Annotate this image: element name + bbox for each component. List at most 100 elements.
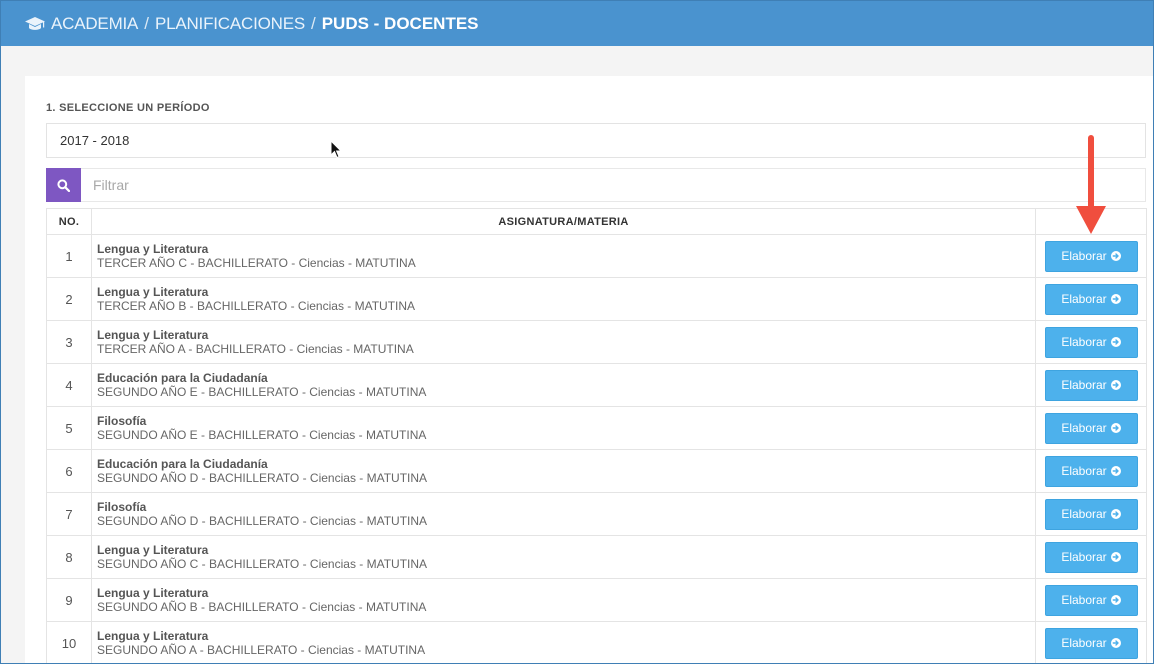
elaborar-button-label: Elaborar xyxy=(1061,593,1107,607)
course-description: SEGUNDO AÑO A - BACHILLERATO - Ciencias … xyxy=(97,643,426,657)
elaborar-button-label: Elaborar xyxy=(1061,292,1107,306)
subject-cell: Lengua y Literatura TERCER AÑO B - BACHIL… xyxy=(91,277,1036,321)
arrow-circle-right-icon xyxy=(1110,337,1121,347)
filter-bar xyxy=(46,168,1146,202)
row-number: 7 xyxy=(46,492,92,536)
elaborar-button-label: Elaborar xyxy=(1061,464,1107,478)
action-cell: Elaborar xyxy=(1035,449,1147,493)
breadcrumb-separator: / xyxy=(310,13,316,33)
arrow-circle-right-icon xyxy=(1110,509,1121,519)
course-description: SEGUNDO AÑO D - BACHILLERATO - Ciencias … xyxy=(97,514,428,528)
course-description: TERCER AÑO A - BACHILLERATO - Ciencias -… xyxy=(97,342,414,356)
arrow-circle-right-icon xyxy=(1110,638,1121,648)
subject-name: Lengua y Literatura xyxy=(97,328,209,342)
subject-cell: Educación para la Ciudadanía SEGUNDO AÑO … xyxy=(91,363,1036,407)
row-number: 10 xyxy=(46,621,92,663)
subject-name: Lengua y Literatura xyxy=(97,242,209,256)
arrow-circle-right-icon xyxy=(1110,251,1121,261)
elaborar-button-label: Elaborar xyxy=(1061,636,1107,650)
action-cell: Elaborar xyxy=(1035,363,1147,407)
elaborar-button[interactable]: Elaborar xyxy=(1044,283,1138,315)
subject-name: Lengua y Literatura xyxy=(97,586,209,600)
action-cell: Elaborar xyxy=(1035,535,1147,579)
subjects-table: NO. ASIGNATURA/MATERIA 1 Lengua y Literat… xyxy=(46,208,1147,663)
row-number: 3 xyxy=(46,320,92,364)
app-window: ACADEMIA / PLANIFICACIONES / PUDS - DOCE… xyxy=(0,0,1154,664)
row-number: 9 xyxy=(46,578,92,622)
elaborar-button[interactable]: Elaborar xyxy=(1044,541,1138,573)
elaborar-button[interactable]: Elaborar xyxy=(1044,369,1138,401)
subject-cell: Filosofía SEGUNDO AÑO E - BACHILLERATO - … xyxy=(91,406,1036,450)
subject-name: Lengua y Literatura xyxy=(97,629,209,643)
subject-name: Filosofía xyxy=(97,500,147,514)
main-panel: 1. SELECCIONE UN PERÍODO 2017 - 2018 NO xyxy=(25,76,1153,663)
action-cell: Elaborar xyxy=(1035,621,1147,663)
course-description: SEGUNDO AÑO D - BACHILLERATO - Ciencias … xyxy=(97,471,428,485)
period-select-value: 2017 - 2018 xyxy=(60,133,130,148)
elaborar-button-label: Elaborar xyxy=(1061,378,1107,392)
filter-input[interactable] xyxy=(81,168,1146,202)
column-header-no: NO. xyxy=(46,208,92,235)
course-description: SEGUNDO AÑO E - BACHILLERATO - Ciencias … xyxy=(97,428,427,442)
elaborar-button[interactable]: Elaborar xyxy=(1044,498,1138,530)
row-number: 4 xyxy=(46,363,92,407)
breadcrumb-planificaciones[interactable]: PLANIFICACIONES xyxy=(155,14,305,34)
subject-cell: Lengua y Literatura TERCER AÑO A - BACHIL… xyxy=(91,320,1036,364)
table-row: 5 Filosofía SEGUNDO AÑO E - BACHILLERATO -… xyxy=(46,406,1147,450)
breadcrumb-current-page: PUDS - DOCENTES xyxy=(321,13,479,33)
arrow-circle-right-icon xyxy=(1110,466,1121,476)
subject-name: Educación para la Ciudadanía xyxy=(97,457,268,471)
annotation-arrow xyxy=(1076,135,1106,234)
table-row: 3 Lengua y Literatura TERCER AÑO A - BACHI… xyxy=(46,320,1147,364)
elaborar-button[interactable]: Elaborar xyxy=(1044,326,1138,358)
row-number: 6 xyxy=(46,449,92,493)
table-row: 6 Educación para la Ciudadanía SEGUNDO AÑO… xyxy=(46,449,1147,493)
action-cell: Elaborar xyxy=(1035,578,1147,622)
elaborar-button[interactable]: Elaborar xyxy=(1044,412,1138,444)
elaborar-button[interactable]: Elaborar xyxy=(1044,627,1138,659)
arrow-circle-right-icon xyxy=(1110,552,1121,562)
subject-name: Lengua y Literatura xyxy=(97,543,209,557)
table-header-row: NO. ASIGNATURA/MATERIA xyxy=(46,208,1147,235)
subject-cell: Lengua y Literatura SEGUNDO AÑO A - BACHI… xyxy=(91,621,1036,663)
course-description: SEGUNDO AÑO B - BACHILLERATO - Ciencias … xyxy=(97,600,427,614)
mouse-cursor-icon xyxy=(330,140,342,159)
elaborar-button[interactable]: Elaborar xyxy=(1044,240,1138,272)
action-cell: Elaborar xyxy=(1035,320,1147,364)
elaborar-button[interactable]: Elaborar xyxy=(1044,584,1138,616)
elaborar-button-label: Elaborar xyxy=(1061,249,1107,263)
elaborar-button-label: Elaborar xyxy=(1061,507,1107,521)
course-description: SEGUNDO AÑO C - BACHILLERATO - Ciencias … xyxy=(97,557,428,571)
arrow-circle-right-icon xyxy=(1110,595,1121,605)
action-cell: Elaborar xyxy=(1035,492,1147,536)
period-label: 1. SELECCIONE UN PERÍODO xyxy=(46,102,210,114)
breadcrumb-separator: / xyxy=(144,13,149,33)
search-icon xyxy=(57,178,70,192)
subject-name: Educación para la Ciudadanía xyxy=(97,371,268,385)
subject-name: Lengua y Literatura xyxy=(97,285,209,299)
subject-cell: Lengua y Literatura SEGUNDO AÑO C - BACHI… xyxy=(91,535,1036,579)
elaborar-button[interactable]: Elaborar xyxy=(1044,455,1138,487)
action-cell: Elaborar xyxy=(1035,277,1147,321)
table-row: 2 Lengua y Literatura TERCER AÑO B - BACHI… xyxy=(46,277,1147,321)
period-select[interactable]: 2017 - 2018 xyxy=(46,123,1146,158)
course-description: SEGUNDO AÑO E - BACHILLERATO - Ciencias … xyxy=(97,385,427,399)
subject-cell: Educación para la Ciudadanía SEGUNDO AÑO … xyxy=(91,449,1036,493)
graduation-cap-icon xyxy=(25,16,45,30)
row-number: 1 xyxy=(46,234,92,278)
table-row: 7 Filosofía SEGUNDO AÑO D - BACHILLERATO -… xyxy=(46,492,1147,536)
row-number: 5 xyxy=(46,406,92,450)
column-header-subject: ASIGNATURA/MATERIA xyxy=(91,208,1036,235)
filter-search-button[interactable] xyxy=(46,168,81,202)
subject-cell: Lengua y Literatura TERCER AÑO C - BACHIL… xyxy=(91,234,1036,278)
table-row: 8 Lengua y Literatura SEGUNDO AÑO C - BACH… xyxy=(46,535,1147,579)
subject-cell: Lengua y Literatura SEGUNDO AÑO B - BACHI… xyxy=(91,578,1036,622)
action-cell: Elaborar xyxy=(1035,234,1147,278)
table-row: 4 Educación para la Ciudadanía SEGUNDO AÑO… xyxy=(46,363,1147,407)
table-row: 1 Lengua y Literatura TERCER AÑO C - BACHI… xyxy=(46,234,1147,278)
action-cell: Elaborar xyxy=(1035,406,1147,450)
breadcrumb-academia[interactable]: ACADEMIA xyxy=(51,14,138,34)
arrow-circle-right-icon xyxy=(1110,380,1121,390)
course-description: TERCER AÑO C - BACHILLERATO - Ciencias -… xyxy=(97,256,416,270)
subject-name: Filosofía xyxy=(97,414,147,428)
